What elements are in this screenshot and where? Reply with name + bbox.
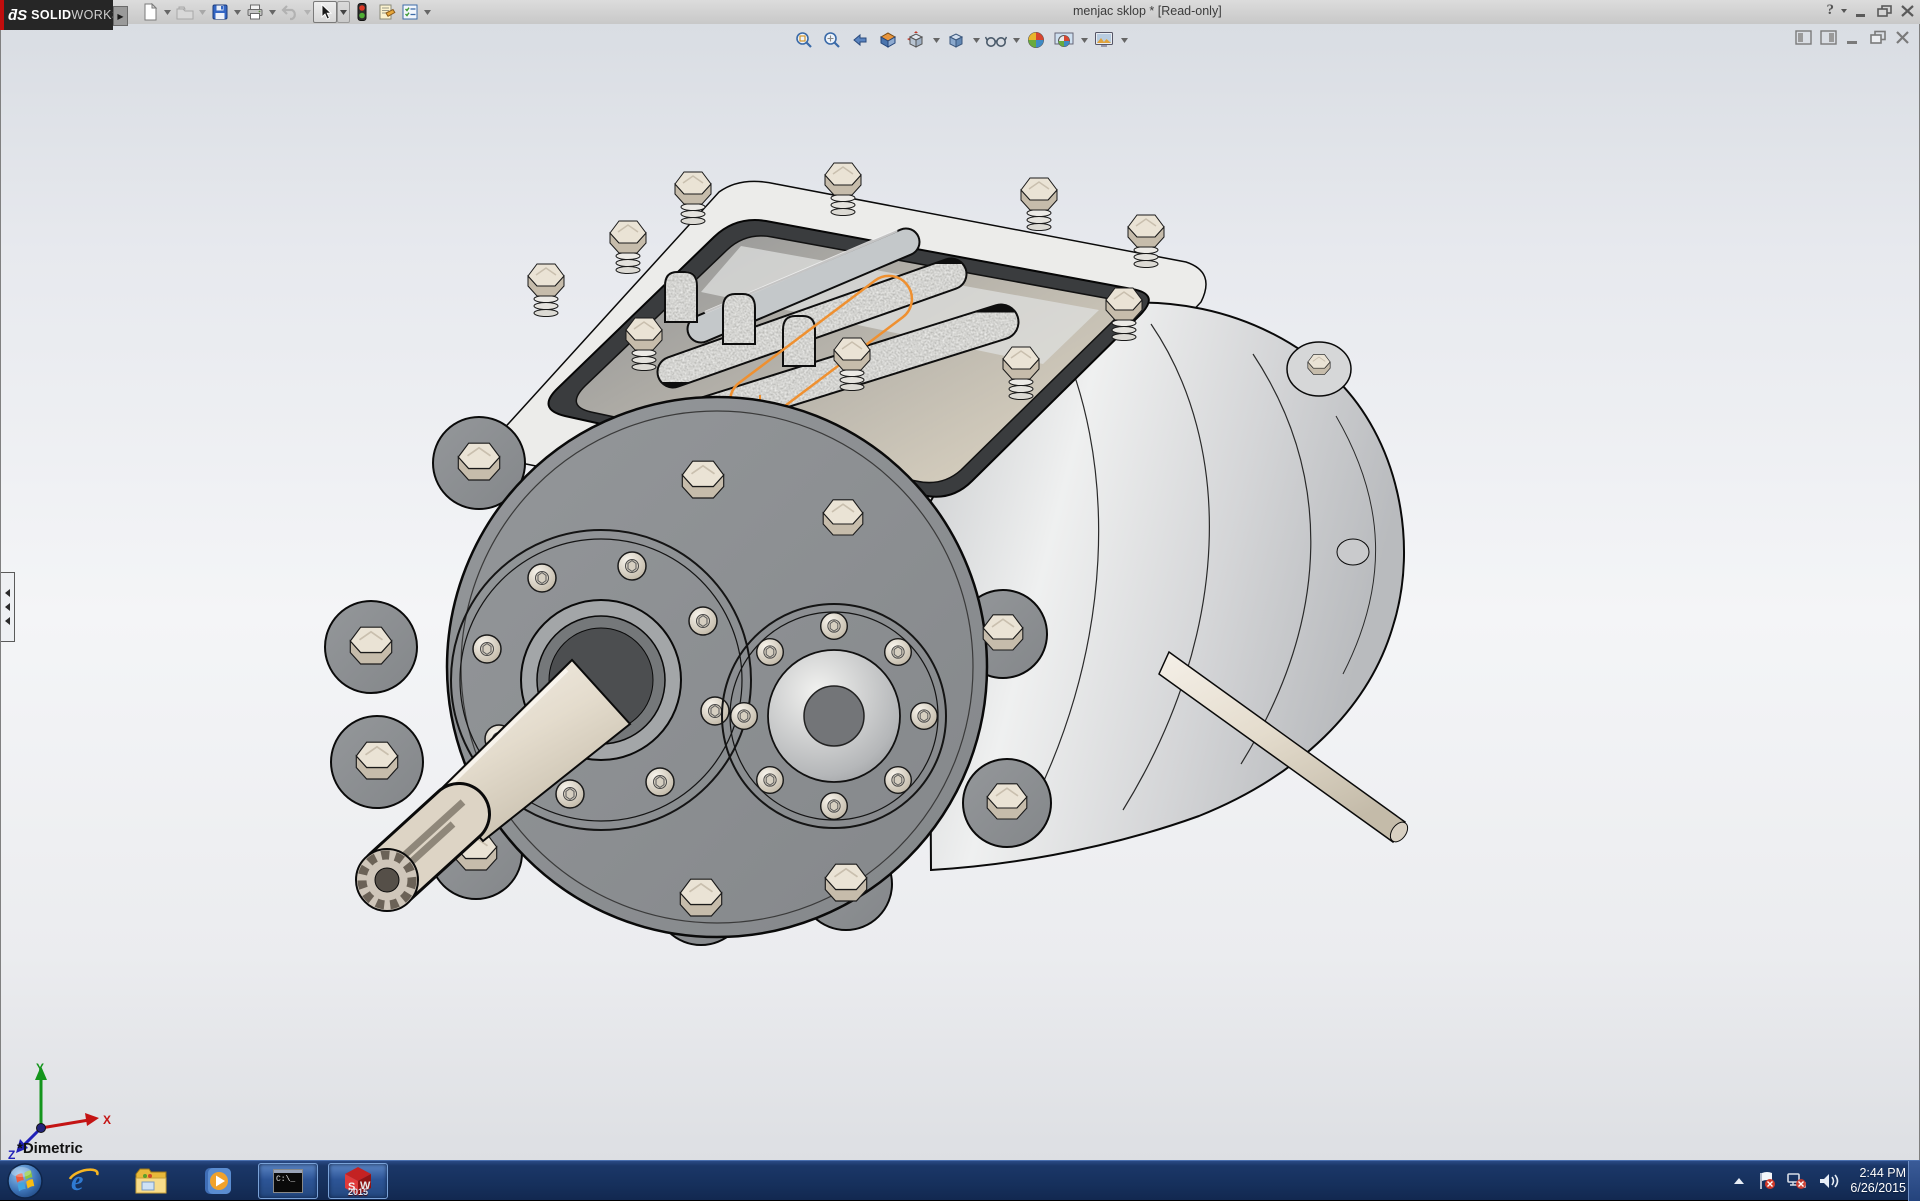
help-dropdown-icon[interactable] [1840, 7, 1848, 15]
select-dropdown-icon[interactable] [337, 1, 350, 23]
open-dropdown-icon[interactable] [197, 1, 208, 23]
hidden-icons-arrow[interactable] [1732, 1176, 1746, 1186]
options-dropdown-icon[interactable] [422, 1, 433, 23]
view-orientation-label: *Dimetric [17, 1140, 83, 1157]
command-prompt-button[interactable]: C:\_ [258, 1163, 318, 1199]
undo-dropdown-icon[interactable] [302, 1, 313, 23]
open-document-button[interactable] [173, 1, 197, 23]
gearbox-model[interactable] [1, 24, 1920, 1160]
brand-solid-text: SOLID [31, 8, 71, 22]
network-status-icon[interactable] [1786, 1171, 1808, 1191]
volume-icon[interactable] [1818, 1172, 1840, 1190]
select-button[interactable] [313, 1, 337, 23]
new-document-button[interactable] [138, 1, 162, 23]
help-icon[interactable]: ? [1827, 2, 1835, 19]
save-button[interactable] [208, 1, 232, 23]
windows-taskbar: e C:\_ [0, 1160, 1920, 1200]
system-tray: 2:44 PM 6/26/2015 [1732, 1161, 1906, 1201]
action-center-flag-icon[interactable] [1756, 1171, 1776, 1191]
menu-expand-arrow[interactable]: ▶ [113, 6, 128, 26]
new-dropdown-icon[interactable] [162, 1, 173, 23]
solidworks-taskbar-button[interactable]: S W 2015 [328, 1163, 388, 1199]
start-button[interactable] [6, 1162, 44, 1200]
logo-red-sliver [0, 0, 4, 30]
triad-x-label: X [103, 1113, 111, 1127]
window-title: menjac sklop * [Read-only] [1073, 4, 1222, 18]
solidworks-logo: ƌS SOLIDWORKS [0, 0, 113, 30]
solidworks-window: menjac sklop * [Read-only] ? ƌS SOLIDWOR… [0, 0, 1920, 1200]
file-properties-button[interactable] [374, 1, 398, 23]
triad-z-label: Z [8, 1148, 15, 1160]
main-toolbar [138, 1, 433, 23]
close-button[interactable] [1900, 4, 1916, 18]
options-button[interactable] [398, 1, 422, 23]
triad-y-label: Y [36, 1061, 44, 1075]
print-button[interactable] [243, 1, 267, 23]
graphics-viewport[interactable]: Y X Z *Dimetric [0, 24, 1920, 1160]
windows-explorer-button[interactable] [122, 1164, 180, 1198]
clock-time[interactable]: 2:44 PM [1850, 1166, 1906, 1181]
ds-logo-mark: ƌS [8, 7, 27, 24]
media-player-button[interactable] [190, 1164, 248, 1198]
restore-button[interactable] [1876, 4, 1894, 18]
rebuild-button[interactable] [350, 1, 374, 23]
clock-date[interactable]: 6/26/2015 [1850, 1181, 1906, 1196]
minimize-button[interactable] [1854, 4, 1870, 18]
print-dropdown-icon[interactable] [267, 1, 278, 23]
show-desktop-button[interactable] [1908, 1161, 1920, 1201]
internet-explorer-button[interactable]: e [54, 1164, 112, 1198]
command-prompt-icon: C:\_ [273, 1169, 303, 1193]
solidworks-2015-icon: S W 2015 [343, 1166, 373, 1196]
undo-button[interactable] [278, 1, 302, 23]
save-dropdown-icon[interactable] [232, 1, 243, 23]
